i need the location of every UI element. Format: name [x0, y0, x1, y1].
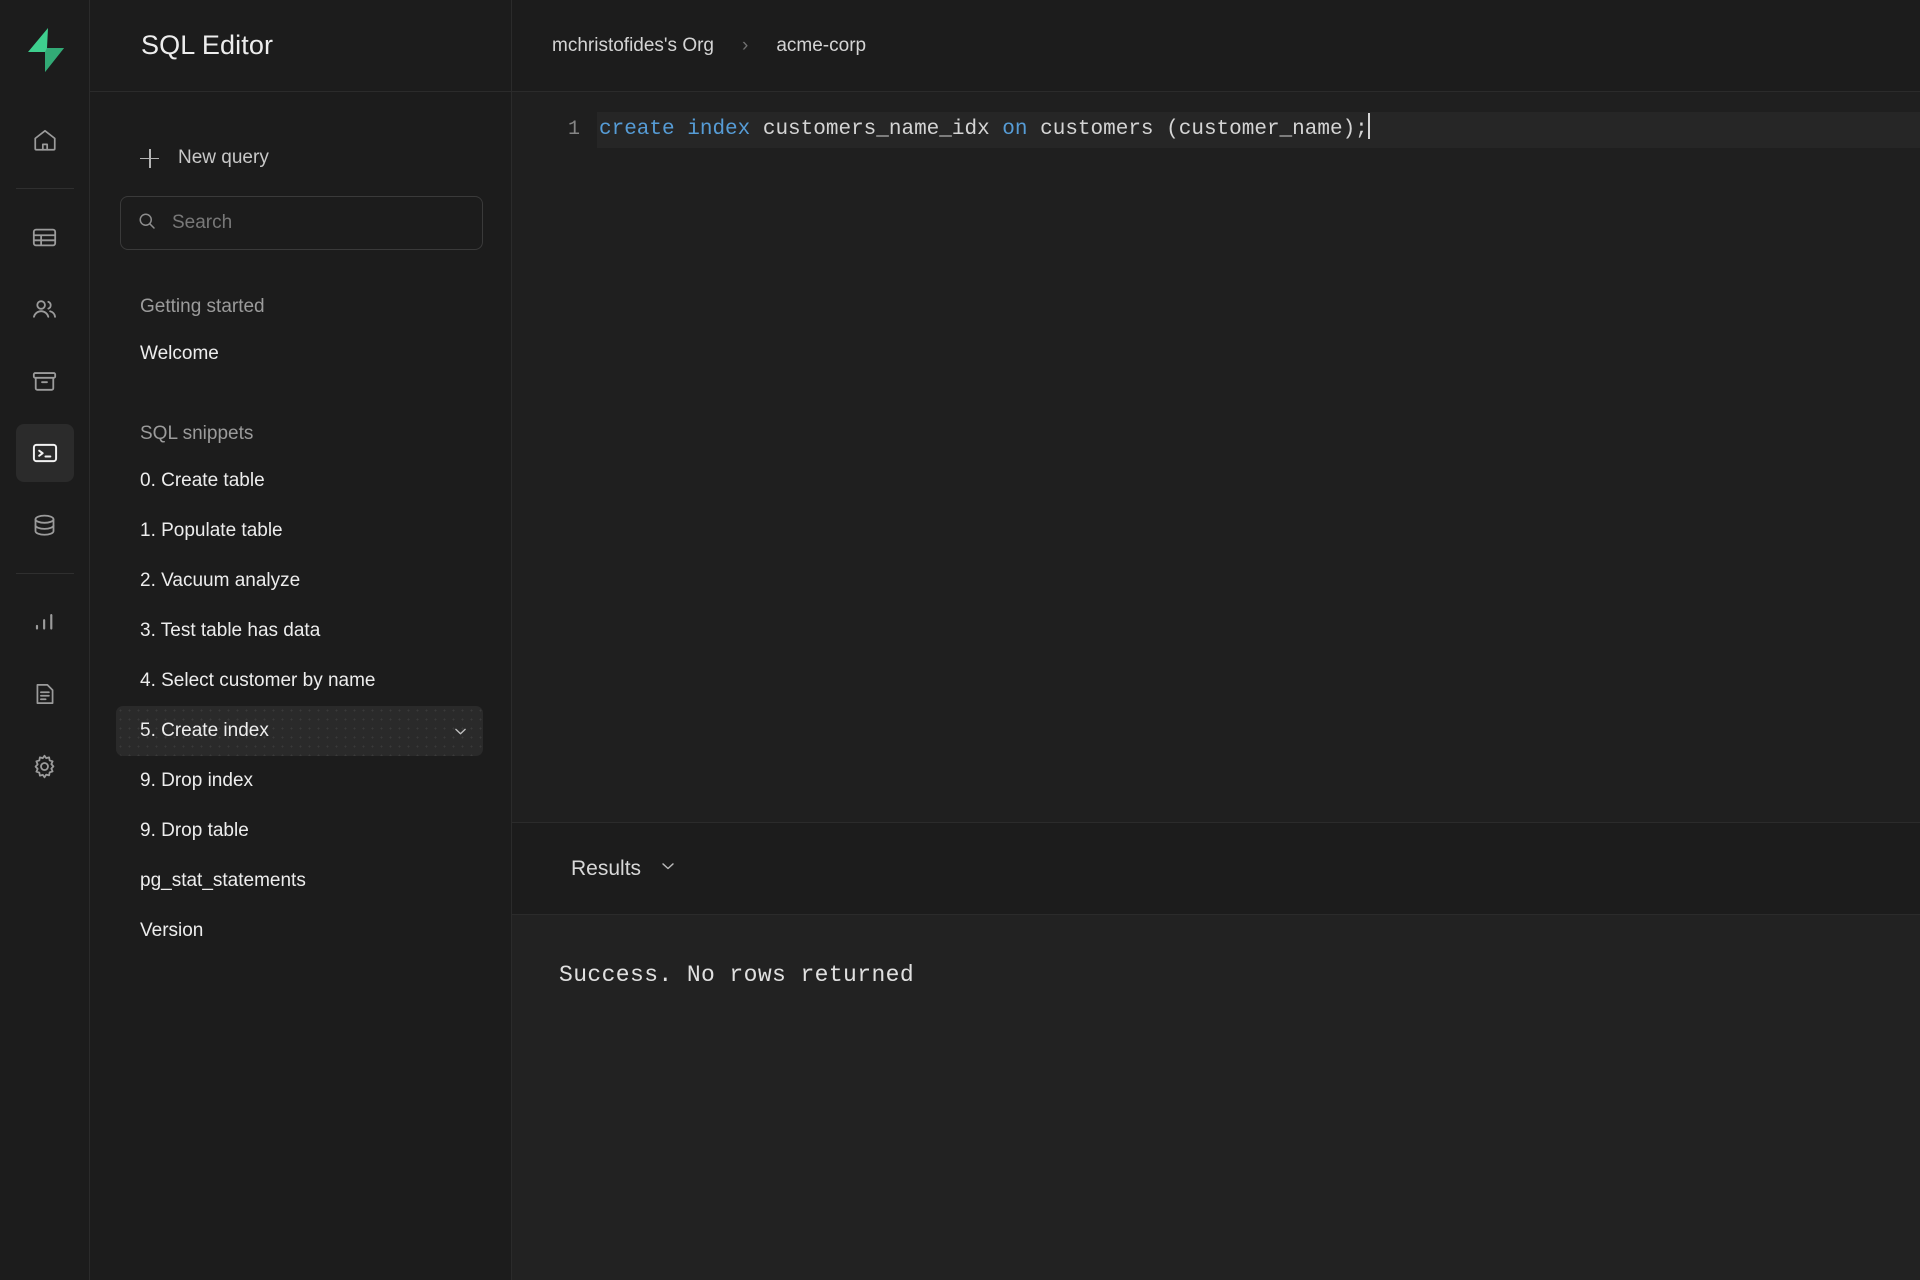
breadcrumb-project[interactable]: acme-corp — [776, 35, 866, 57]
authentication-icon — [31, 296, 58, 323]
home-icon — [32, 127, 58, 153]
rail-item-database[interactable] — [16, 496, 74, 554]
rail-item-logs[interactable] — [16, 665, 74, 723]
chevron-down-icon[interactable] — [452, 723, 469, 740]
sidebar-item-drop-table[interactable]: 9. Drop table — [116, 806, 483, 856]
breadcrumb-separator-icon: › — [742, 34, 749, 56]
sidebar-item-pg-stat-statements[interactable]: pg_stat_statements — [116, 856, 483, 906]
sidebar-item-label: 1. Populate table — [140, 520, 283, 541]
search-box[interactable] — [120, 196, 483, 250]
results-header[interactable]: Results — [512, 823, 1920, 915]
sidebar-item-version[interactable]: Version — [116, 906, 483, 956]
line-number-gutter: 1 — [512, 92, 597, 822]
rail-divider-top — [15, 188, 74, 189]
sql-token-keyword: index — [687, 118, 751, 141]
sql-token-identifier: customers (customer_name); — [1027, 118, 1368, 141]
sidebar-item-vacuum-analyze[interactable]: 2. Vacuum analyze — [116, 556, 483, 606]
section-label-sql-snippets: SQL snippets — [140, 422, 254, 444]
line-number: 1 — [567, 118, 580, 141]
results-message: Success. No rows returned — [559, 962, 915, 988]
rail-item-authentication[interactable] — [16, 280, 74, 338]
rail-item-reports[interactable] — [16, 593, 74, 651]
sidebar-item-label: 4. Select customer by name — [140, 670, 376, 691]
main-content: mchristofides's Org › acme-corp 1 create… — [512, 0, 1920, 1280]
new-query-button[interactable]: New query — [140, 134, 511, 182]
search-input[interactable] — [172, 212, 466, 234]
results-label: Results — [571, 856, 642, 880]
sidebar-item-populate-table[interactable]: 1. Populate table — [116, 506, 483, 556]
sidebar-item-label: 2. Vacuum analyze — [140, 570, 301, 591]
rail-item-home[interactable] — [16, 111, 74, 169]
sql-token-identifier: customers_name_idx — [750, 118, 1003, 141]
sidebar-item-label: pg_stat_statements — [140, 870, 306, 891]
rail-divider-bottom — [15, 573, 74, 574]
sidebar-item-label: 9. Drop index — [140, 770, 254, 791]
database-icon — [31, 512, 58, 539]
sql-token-keyword: create — [599, 118, 675, 141]
sidebar-item-welcome[interactable]: Welcome — [116, 329, 483, 379]
sql-code-editor[interactable]: 1 create index customers_name_idx on cus… — [512, 92, 1920, 823]
sidebar-item-label: 9. Drop table — [140, 820, 249, 841]
code-line-1[interactable]: create index customers_name_idx on custo… — [597, 112, 1920, 148]
sidebar-item-label: 0. Create table — [140, 470, 265, 491]
results-panel: Success. No rows returned — [512, 915, 1920, 1280]
sql-editor-app: SQL Editor New query Getting started Wel… — [0, 0, 1920, 1280]
sidebar-nav-list: Getting started Welcome SQL snippets 0. … — [90, 250, 511, 1280]
primary-nav-rail — [0, 0, 90, 1280]
sidebar-item-label: 5. Create index — [140, 720, 269, 741]
settings-icon — [31, 753, 58, 780]
breadcrumb-org[interactable]: mchristofides's Org — [552, 35, 714, 57]
table-editor-icon — [31, 224, 58, 251]
sidebar-item-select-customer-by-name[interactable]: 4. Select customer by name — [116, 656, 483, 706]
sidebar-item-test-table-has-data[interactable]: 3. Test table has data — [116, 606, 483, 656]
page-title: SQL Editor — [141, 30, 274, 60]
sidebar-item-label: Welcome — [140, 343, 219, 364]
reports-icon — [32, 609, 58, 635]
sql-editor-icon — [31, 439, 59, 467]
sidebar-item-create-table[interactable]: 0. Create table — [116, 456, 483, 506]
sql-editor-sidebar: SQL Editor New query Getting started Wel… — [90, 0, 512, 1280]
new-query-label: New query — [178, 147, 269, 168]
storage-icon — [31, 368, 58, 395]
code-area[interactable]: create index customers_name_idx on custo… — [597, 92, 1920, 822]
sidebar-header: SQL Editor — [90, 0, 511, 92]
sidebar-item-create-index[interactable]: 5. Create index — [116, 706, 483, 756]
logs-icon — [32, 681, 58, 707]
rail-item-settings[interactable] — [16, 737, 74, 795]
supabase-logo[interactable] — [17, 22, 73, 78]
rail-item-table-editor[interactable] — [16, 208, 74, 266]
sql-token-space — [675, 118, 688, 141]
rail-item-storage[interactable] — [16, 352, 74, 410]
text-cursor — [1367, 113, 1370, 139]
breadcrumb: mchristofides's Org › acme-corp — [512, 0, 1920, 92]
rail-item-sql-editor[interactable] — [15, 424, 74, 482]
search-icon — [137, 211, 157, 236]
plus-icon — [140, 148, 159, 168]
sql-token-keyword: on — [1002, 118, 1028, 141]
chevron-down-icon[interactable] — [658, 856, 678, 881]
sidebar-item-label: Version — [140, 920, 204, 941]
sidebar-item-label: 3. Test table has data — [140, 620, 321, 641]
sidebar-item-drop-index[interactable]: 9. Drop index — [116, 756, 483, 806]
section-label-getting-started: Getting started — [140, 295, 265, 317]
